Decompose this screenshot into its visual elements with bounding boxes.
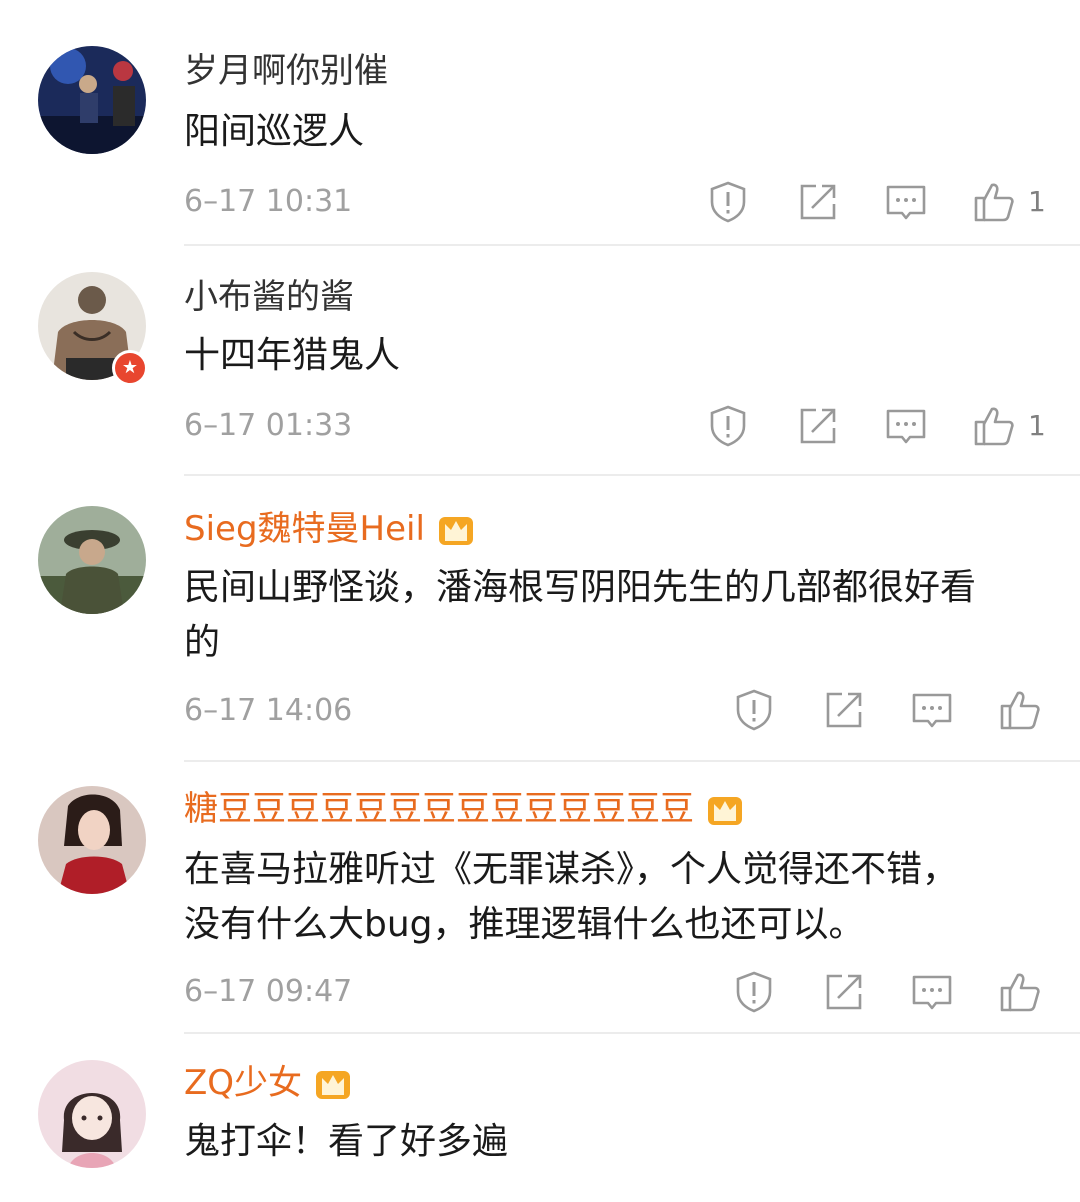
thumbs-up-icon[interactable] xyxy=(998,688,1042,732)
report-icon[interactable] xyxy=(732,688,776,732)
vip-crown-icon xyxy=(438,517,473,545)
repost-icon[interactable] xyxy=(796,404,840,448)
avatar[interactable] xyxy=(38,46,146,154)
report-icon[interactable] xyxy=(706,404,750,448)
username-row: 小布酱的酱 xyxy=(184,272,354,322)
username[interactable]: 岁月啊你别催 xyxy=(184,46,388,96)
comment-item: 糖豆豆豆豆豆豆豆豆豆豆豆豆豆豆 在喜马拉雅听过《无罪谋杀》，个人觉得还不错， 没… xyxy=(0,762,1080,1034)
comment-item: 岁月啊你别催 阳间巡逻人 6–17 10:31 1 xyxy=(0,0,1080,246)
repost-icon[interactable] xyxy=(822,970,866,1014)
repost-icon[interactable] xyxy=(822,688,866,732)
vip-crown-icon xyxy=(316,1071,351,1099)
username-row: 岁月啊你别催 xyxy=(184,46,388,96)
like-count: 1 xyxy=(1028,409,1046,442)
comment-text: 鬼打伞！看了好多遍 xyxy=(184,1121,509,1162)
thumbs-up-icon[interactable] xyxy=(998,970,1042,1014)
verified-badge-icon: ★ xyxy=(112,350,148,386)
comment-item: ★ 小布酱的酱 十四年猎鬼人 6–17 01:33 1 xyxy=(0,246,1080,476)
vip-crown-icon xyxy=(708,797,742,825)
repost-icon[interactable] xyxy=(796,180,840,224)
reply-icon[interactable] xyxy=(884,180,928,224)
username[interactable]: 糖豆豆豆豆豆豆豆豆豆豆豆豆豆豆 xyxy=(184,784,694,834)
comment-item: ZQ少女 鬼打伞！看了好多遍 xyxy=(0,1034,1080,1202)
comment-time: 6–17 01:33 xyxy=(184,408,353,443)
username-row: Sieg魏特曼Heil xyxy=(184,504,475,554)
reply-icon[interactable] xyxy=(884,404,928,448)
comment-text: 阳间巡逻人 xyxy=(184,111,365,152)
username-row: 糖豆豆豆豆豆豆豆豆豆豆豆豆豆豆 xyxy=(184,784,744,834)
report-icon[interactable] xyxy=(706,180,750,224)
comment-text: 民间山野怪谈，潘海根写阴阳先生的几部都很好看 的 xyxy=(184,567,977,663)
reply-icon[interactable] xyxy=(910,688,954,732)
username[interactable]: Sieg魏特曼Heil xyxy=(184,504,425,554)
username[interactable]: 小布酱的酱 xyxy=(184,272,354,322)
comment-text: 在喜马拉雅听过《无罪谋杀》，个人觉得还不错， 没有什么大bug，推理逻辑什么也还… xyxy=(184,849,959,945)
comment-time: 6–17 10:31 xyxy=(184,184,353,219)
reply-icon[interactable] xyxy=(910,970,954,1014)
avatar[interactable] xyxy=(38,1060,146,1168)
like-count: 1 xyxy=(1028,185,1046,218)
avatar[interactable] xyxy=(38,506,146,614)
thumbs-up-icon[interactable] xyxy=(972,180,1016,224)
comment-text: 十四年猎鬼人 xyxy=(184,335,401,376)
comment-time: 6–17 14:06 xyxy=(184,693,353,728)
avatar[interactable] xyxy=(38,786,146,894)
username-row: ZQ少女 xyxy=(184,1058,352,1108)
thumbs-up-icon[interactable] xyxy=(972,404,1016,448)
username[interactable]: ZQ少女 xyxy=(184,1058,302,1108)
comment-time: 6–17 09:47 xyxy=(184,974,353,1009)
report-icon[interactable] xyxy=(732,970,776,1014)
comment-item: Sieg魏特曼Heil 民间山野怪谈，潘海根写阴阳先生的几部都很好看 的 6–1… xyxy=(0,476,1080,762)
